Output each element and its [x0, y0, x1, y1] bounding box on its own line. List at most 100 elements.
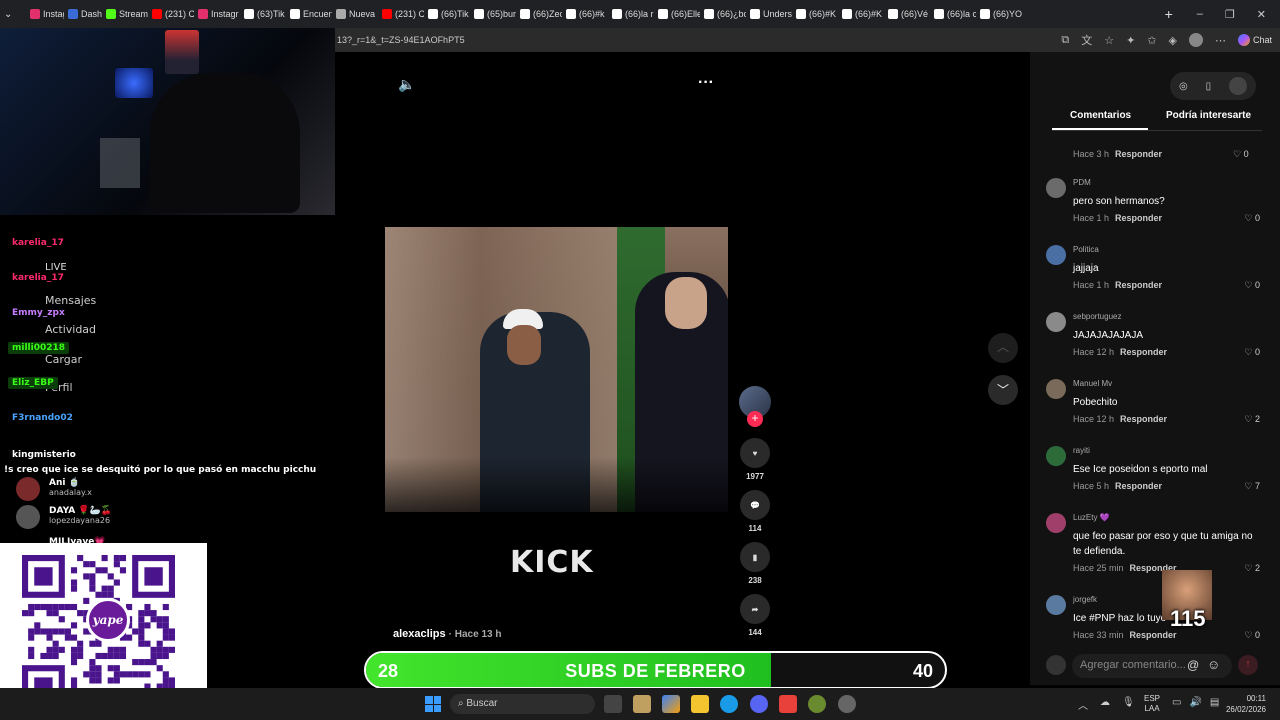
browser-tab[interactable]: Stream	[102, 0, 148, 28]
reply-button[interactable]: Responder	[1115, 280, 1162, 290]
next-video-icon[interactable]: ﹀	[988, 375, 1018, 405]
browser-tab[interactable]: Nueva	[332, 0, 378, 28]
browser-tab[interactable]: (66)#k	[562, 0, 608, 28]
reply-button[interactable]: Responder	[1115, 149, 1162, 159]
edge-browser-icon[interactable]	[720, 695, 738, 713]
comment-like[interactable]: ♡ 0	[1233, 149, 1249, 160]
video-author[interactable]: alexaclips · Hace 13 h	[393, 628, 501, 640]
emoji-icon[interactable]: ☺	[1207, 657, 1220, 672]
new-tab-button[interactable]: +	[1155, 0, 1183, 28]
discord-icon[interactable]	[750, 695, 768, 713]
extensions-icon[interactable]: ✦	[1126, 34, 1135, 47]
address-bar[interactable]: 13?_r=1&_t=ZS-94E1AOFhPT5 ⧉ 文 ☆ ✦ ✩ ◈ ⋯ …	[335, 28, 1280, 52]
minimize-icon[interactable]: –	[1197, 8, 1203, 21]
browser-tab[interactable]: Instagr	[194, 0, 240, 28]
browser-tab[interactable]: (66)Tik	[424, 0, 470, 28]
restore-icon[interactable]: ❐	[1225, 8, 1235, 21]
open-in-app-icon[interactable]: ⧉	[1061, 34, 1069, 47]
comment-like[interactable]: ♡ 0	[1244, 630, 1260, 641]
favorites-icon[interactable]: ✩	[1147, 34, 1156, 47]
browser-tab[interactable]: (231) C	[148, 0, 194, 28]
more-options-icon[interactable]: ⋯	[1215, 34, 1226, 47]
browser-tab[interactable]: (63)Tik	[240, 0, 286, 28]
phone-icon[interactable]: ▯	[1206, 81, 1212, 92]
commenter-name[interactable]: Manuel Mv	[1073, 379, 1112, 388]
quick-settings[interactable]: ▭ 🔊 ▤	[1172, 697, 1219, 708]
windows-start-icon[interactable]	[425, 696, 441, 712]
browser-tab[interactable]: Unders	[746, 0, 792, 28]
more-options-icon[interactable]: ···	[698, 74, 714, 92]
copilot-taskbar-icon[interactable]	[662, 695, 680, 713]
browser-tab[interactable]: (66)Elle	[654, 0, 700, 28]
chevron-up-icon[interactable]: ︿	[1078, 697, 1088, 712]
task-view-icon[interactable]	[604, 695, 622, 713]
app-icon[interactable]	[808, 695, 826, 713]
commenter-name[interactable]: jorgefk	[1073, 595, 1097, 604]
browser-tab[interactable]: (66)la c	[930, 0, 976, 28]
browser-tab[interactable]: (66)¿bc	[700, 0, 746, 28]
commenter-avatar[interactable]	[1046, 312, 1066, 332]
browser-tab[interactable]: (231) C	[378, 0, 424, 28]
commenter-name[interactable]: LuzEty 💜	[1073, 513, 1110, 522]
store-icon[interactable]	[633, 695, 651, 713]
comment-like[interactable]: ♡ 0	[1244, 347, 1260, 358]
tab-comments[interactable]: Comentarios	[1070, 110, 1131, 121]
commenter-avatar[interactable]	[1046, 245, 1066, 265]
cloud-icon[interactable]: ☁	[1100, 697, 1110, 712]
reply-button[interactable]: Responder	[1120, 347, 1167, 357]
favorite-star-icon[interactable]: ☆	[1104, 34, 1114, 47]
translate-icon[interactable]: 文	[1081, 32, 1092, 48]
reply-button[interactable]: Responder	[1120, 414, 1167, 424]
comment-like[interactable]: ♡ 7	[1244, 481, 1260, 492]
tiktok-studio-icon[interactable]	[779, 695, 797, 713]
author-name[interactable]: alexaclips	[393, 628, 446, 640]
clock[interactable]: 00:11 26/02/2026	[1222, 693, 1266, 715]
browser-tab[interactable]: Encuen	[286, 0, 332, 28]
browser-tab[interactable]: (66)#K	[838, 0, 884, 28]
mention-icon[interactable]: @	[1187, 658, 1199, 672]
microphone-icon[interactable]: 🎙	[1122, 697, 1135, 712]
reply-button[interactable]: Responder	[1115, 481, 1162, 491]
browser-tab[interactable]: (66)Zec	[516, 0, 562, 28]
browser-tab[interactable]: Dashboa	[64, 0, 102, 28]
taskbar-search[interactable]: ⌕ Buscar	[450, 694, 595, 714]
close-icon[interactable]: ✕	[1257, 8, 1266, 21]
commenter-avatar[interactable]	[1046, 513, 1066, 533]
tab-list-button[interactable]: ⌄	[0, 0, 26, 28]
commenter-avatar[interactable]	[1046, 379, 1066, 399]
follow-plus-icon[interactable]: +	[747, 411, 763, 427]
comment-button[interactable]: 💬 114	[740, 490, 770, 533]
file-explorer-icon[interactable]	[691, 695, 709, 713]
copilot-button[interactable]: Chat	[1237, 34, 1272, 46]
comment-like[interactable]: ♡ 0	[1244, 213, 1260, 224]
browser-tab[interactable]: (66)Vé	[884, 0, 930, 28]
comment-like[interactable]: ♡ 2	[1244, 563, 1260, 574]
reply-button[interactable]: Responder	[1115, 213, 1162, 223]
send-comment-icon[interactable]: ↑	[1238, 655, 1258, 675]
like-button[interactable]: ♥ 1977	[740, 438, 770, 481]
url-text[interactable]: 13?_r=1&_t=ZS-94E1AOFhPT5	[337, 35, 1061, 45]
commenter-avatar[interactable]	[1046, 595, 1066, 615]
browser-tab[interactable]: (65)bur	[470, 0, 516, 28]
language-indicator[interactable]: ESP LAA	[1144, 694, 1160, 714]
user-avatar[interactable]	[1229, 77, 1248, 95]
commenter-name[interactable]: PDM	[1073, 178, 1091, 187]
profile-avatar[interactable]	[1188, 33, 1203, 47]
browser-tab[interactable]: (66)#K	[792, 0, 838, 28]
menu-item-messages[interactable]: Mensajes	[45, 294, 96, 307]
menu-item-upload[interactable]: Cargar	[45, 353, 82, 366]
volume-icon[interactable]: 🔈	[398, 76, 415, 93]
browser-tab[interactable]: Instagra	[26, 0, 64, 28]
video-frame[interactable]	[385, 227, 728, 512]
commenter-avatar[interactable]	[1046, 178, 1066, 198]
obs-icon[interactable]	[838, 695, 856, 713]
commenter-name[interactable]: sebportuguez	[1073, 312, 1121, 321]
commenter-avatar[interactable]	[1046, 446, 1066, 466]
comment-like[interactable]: ♡ 2	[1244, 414, 1260, 425]
tab-might-interest[interactable]: Podría interesarte	[1166, 110, 1251, 121]
commenter-name[interactable]: Politica	[1073, 245, 1099, 254]
share-button[interactable]: ➦ 144	[740, 594, 770, 637]
compass-icon[interactable]: ◎	[1179, 81, 1188, 92]
shield-icon[interactable]: ◈	[1169, 34, 1177, 47]
commenter-name[interactable]: rayiti	[1073, 446, 1090, 455]
